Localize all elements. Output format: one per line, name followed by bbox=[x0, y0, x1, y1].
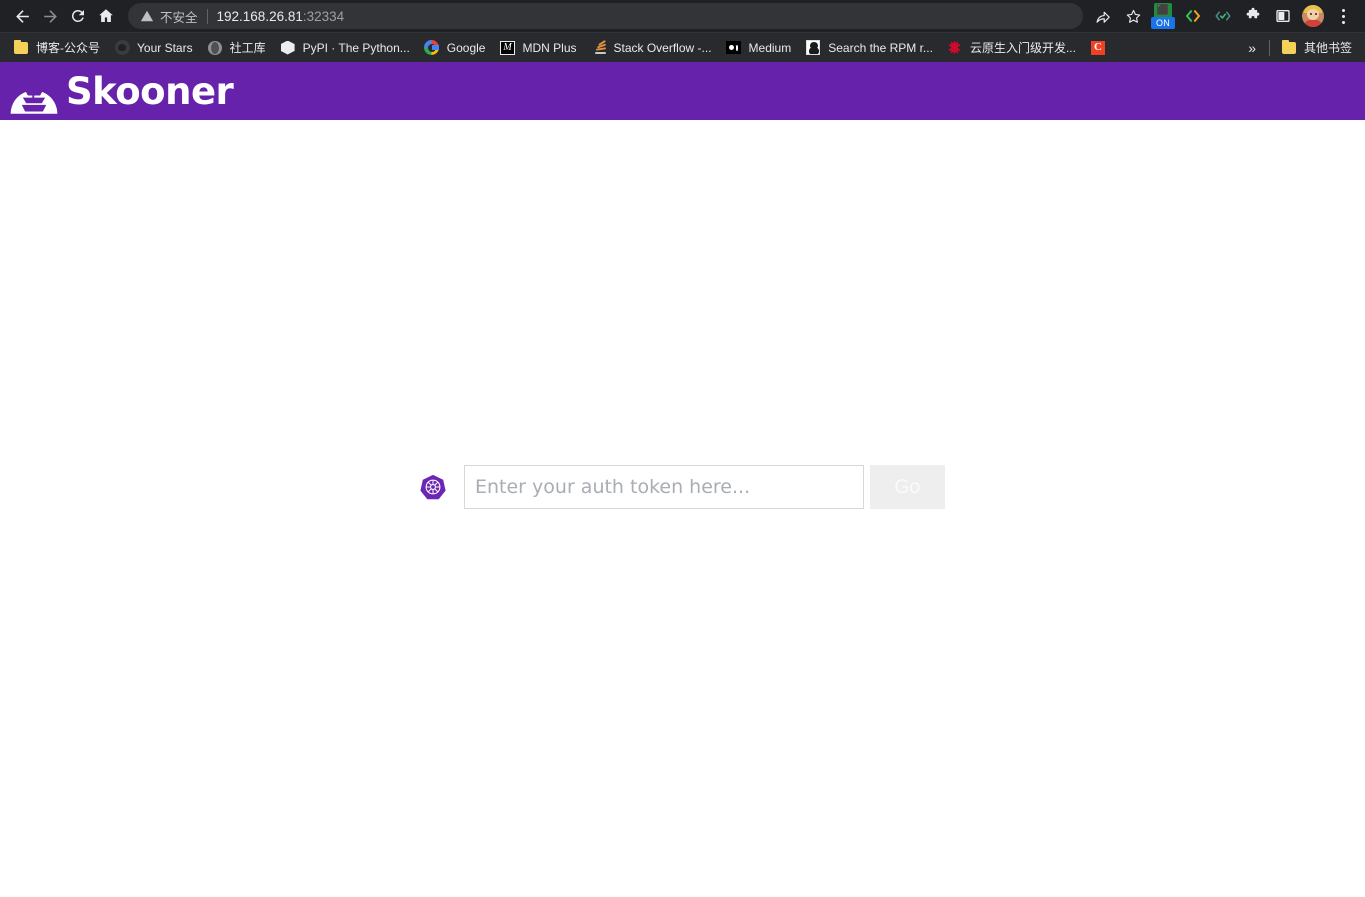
bookmark-label: 社工库 bbox=[229, 41, 266, 55]
toolbar-actions: ⬛ ON bbox=[1089, 2, 1357, 30]
bookmark-item-pypi[interactable]: PyPI · The Python... bbox=[273, 36, 417, 60]
reload-button[interactable] bbox=[64, 2, 92, 30]
mdn-icon: M bbox=[499, 40, 515, 56]
bookmark-item-blog[interactable]: 博客-公众号 bbox=[6, 36, 107, 60]
omnibox-divider bbox=[206, 8, 208, 24]
bookmark-label: Search the RPM r... bbox=[828, 40, 933, 55]
stackoverflow-icon bbox=[591, 39, 607, 56]
auth-token-form: Go bbox=[420, 464, 945, 509]
share-button[interactable] bbox=[1089, 2, 1117, 30]
page-content: Skooner Go bbox=[0, 62, 1365, 897]
not-secure-label: 不安全 bbox=[160, 10, 198, 25]
bookmark-item-google[interactable]: Google bbox=[417, 36, 493, 60]
app-title: Skooner bbox=[66, 69, 234, 113]
code-brackets-icon bbox=[1186, 10, 1200, 22]
code-brackets-button[interactable] bbox=[1179, 2, 1207, 30]
forward-arrow-icon bbox=[43, 9, 57, 23]
address-bar[interactable]: 不安全 192.168.26.81 :32334 bbox=[128, 3, 1083, 29]
bookmark-item-your-stars[interactable]: Your Stars bbox=[107, 36, 200, 60]
bookmark-label: 博客-公众号 bbox=[36, 41, 100, 55]
bookmarks-overflow-button[interactable]: » bbox=[1239, 40, 1265, 56]
extension-on-icon: ⬛ ON bbox=[1151, 3, 1175, 29]
bookmark-item-medium[interactable]: Medium bbox=[719, 36, 799, 60]
letter-c-icon: C bbox=[1090, 40, 1106, 56]
warning-triangle-icon bbox=[140, 10, 154, 22]
other-bookmarks-button[interactable]: 其他书签 bbox=[1274, 36, 1359, 60]
browser-chrome: 不安全 192.168.26.81 :32334 ⬛ ON 博客-公众号 You… bbox=[0, 0, 1365, 62]
bookmark-label: Google bbox=[446, 40, 486, 55]
chrome-menu-button[interactable] bbox=[1329, 2, 1357, 30]
auth-token-input[interactable] bbox=[464, 464, 864, 509]
bookmark-label: Medium bbox=[748, 40, 792, 55]
bookmark-label: Your Stars bbox=[137, 40, 193, 55]
bookmark-label: MDN Plus bbox=[522, 40, 577, 55]
home-icon bbox=[99, 9, 113, 22]
kubernetes-helm-icon bbox=[420, 474, 446, 499]
bookmarks-bar: 博客-公众号 Your Stars 社工库 PyPI · The Python.… bbox=[0, 32, 1365, 62]
bookmarks-divider bbox=[1268, 39, 1270, 56]
security-status[interactable]: 不安全 bbox=[140, 7, 198, 26]
bookmark-item-c[interactable]: C bbox=[1083, 36, 1120, 60]
globe-icon bbox=[207, 40, 223, 56]
app-header: Skooner bbox=[0, 62, 1365, 120]
bookmark-item-stackoverflow[interactable]: Stack Overflow -... bbox=[584, 36, 719, 60]
bookmark-label: 云原生入门级开发... bbox=[969, 41, 1076, 55]
medium-icon bbox=[726, 40, 742, 56]
url-port: :32334 bbox=[302, 8, 345, 24]
profile-button[interactable] bbox=[1299, 2, 1327, 30]
share-icon bbox=[1096, 11, 1110, 23]
bookmark-star-icon bbox=[1126, 9, 1140, 23]
url-host: 192.168.26.81 bbox=[216, 8, 303, 24]
other-bookmarks-label: 其他书签 bbox=[1303, 41, 1352, 55]
back-button[interactable] bbox=[8, 2, 36, 30]
check-brackets-icon bbox=[1215, 11, 1231, 21]
bookmark-item-rpm-search[interactable]: Search the RPM r... bbox=[798, 36, 940, 60]
cube-icon bbox=[280, 40, 296, 56]
huawei-icon bbox=[947, 40, 963, 56]
bookmark-label: PyPI · The Python... bbox=[302, 40, 410, 55]
forward-button[interactable] bbox=[36, 2, 64, 30]
github-icon bbox=[114, 40, 130, 56]
folder-icon bbox=[13, 39, 29, 56]
extension-on-badge: ON bbox=[1151, 17, 1175, 29]
reload-icon bbox=[71, 9, 84, 22]
google-icon bbox=[424, 40, 440, 56]
bookmark-item-sgk[interactable]: 社工库 bbox=[200, 36, 273, 60]
tux-penguin-icon bbox=[805, 40, 821, 56]
puzzle-piece-icon bbox=[1246, 7, 1260, 19]
skooner-schooner-logo-icon bbox=[10, 76, 58, 114]
bookmark-item-cloudnative[interactable]: 云原生入门级开发... bbox=[940, 36, 1083, 60]
kebab-menu-icon bbox=[1341, 8, 1345, 24]
go-button[interactable]: Go bbox=[870, 464, 945, 509]
avatar-icon bbox=[1302, 5, 1324, 27]
bookmark-item-mdn[interactable]: M MDN Plus bbox=[492, 36, 583, 60]
home-button[interactable] bbox=[92, 2, 120, 30]
folder-icon bbox=[1281, 39, 1297, 56]
bookmark-star-button[interactable] bbox=[1119, 2, 1147, 30]
auth-overlay: Go bbox=[0, 62, 1365, 897]
bookmark-label: Stack Overflow -... bbox=[613, 40, 712, 55]
browser-toolbar: 不安全 192.168.26.81 :32334 ⬛ ON bbox=[0, 0, 1365, 32]
sidepanel-icon bbox=[1276, 10, 1290, 22]
extensions-button[interactable] bbox=[1239, 2, 1267, 30]
side-panel-button[interactable] bbox=[1269, 2, 1297, 30]
check-brackets-button[interactable] bbox=[1209, 2, 1237, 30]
extension-on-button[interactable]: ⬛ ON bbox=[1149, 2, 1177, 30]
back-arrow-icon bbox=[15, 9, 29, 23]
